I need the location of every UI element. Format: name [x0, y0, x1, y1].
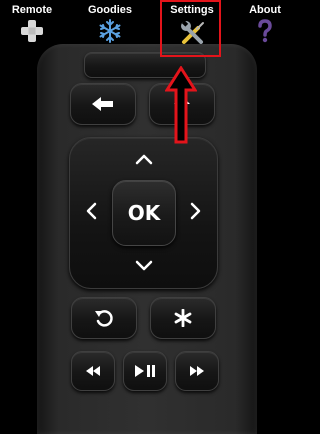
tab-settings-label: Settings — [170, 4, 214, 16]
fast-forward-button[interactable] — [175, 351, 219, 391]
rewind-button[interactable] — [71, 351, 115, 391]
dpad-down-button[interactable] — [129, 251, 159, 281]
chevron-up-icon — [135, 154, 153, 165]
ok-button[interactable]: OK — [112, 180, 176, 246]
tab-bar: Remote Goodies Settings About — [0, 0, 293, 46]
rewind-icon — [86, 366, 100, 376]
wrench-screwdriver-icon — [179, 18, 205, 44]
play-pause-icon — [135, 365, 155, 377]
replay-icon — [95, 310, 113, 327]
tab-goodies-label: Goodies — [87, 4, 132, 16]
tab-remote[interactable]: Remote — [0, 0, 64, 46]
snowflake-icon — [97, 18, 123, 44]
options-button[interactable] — [150, 297, 216, 339]
fast-forward-icon — [190, 366, 204, 376]
chevron-down-icon — [135, 260, 153, 271]
tab-goodies[interactable]: Goodies — [78, 0, 142, 46]
play-pause-button[interactable] — [123, 351, 167, 391]
dpad-up-button[interactable] — [129, 144, 159, 174]
tab-settings[interactable]: Settings — [160, 0, 224, 46]
chevron-right-icon — [190, 202, 201, 220]
asterisk-icon — [174, 309, 192, 327]
dpad-cross-icon — [19, 18, 45, 44]
question-mark-icon — [252, 18, 278, 44]
home-button[interactable] — [149, 83, 215, 125]
home-icon — [174, 96, 190, 112]
dpad-right-button[interactable] — [181, 196, 211, 226]
dpad-left-button[interactable] — [76, 196, 106, 226]
top-slot — [84, 52, 206, 78]
tab-remote-label: Remote — [11, 4, 53, 16]
left-arrow-icon — [92, 97, 113, 111]
chevron-left-icon — [86, 202, 97, 220]
replay-button[interactable] — [71, 297, 137, 339]
tab-about[interactable]: About — [233, 0, 297, 46]
back-button[interactable] — [70, 83, 136, 125]
tab-about-label: About — [249, 4, 281, 16]
dpad: OK — [69, 137, 218, 289]
